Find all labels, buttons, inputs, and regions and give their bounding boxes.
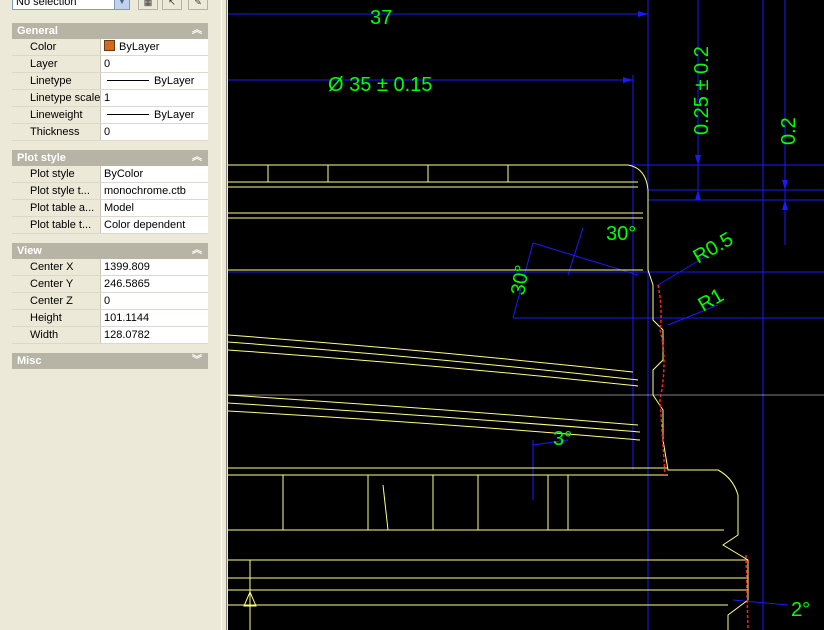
property-label: Thickness [12,124,101,140]
dim-text-tolerance: 0.25 ± 0.2 [691,46,713,135]
color-swatch-icon [104,40,115,51]
property-label: Plot style [12,166,101,182]
section-header-general[interactable]: General ︽ [12,23,208,39]
dim-line [567,227,584,276]
dim-text-angle-30-top: 30° [606,223,636,245]
property-row-color[interactable]: Color ByLayer [12,39,208,56]
property-row-width[interactable]: Width 128.0782 [12,327,208,344]
property-value[interactable]: 246.5865 [101,276,208,292]
property-value[interactable]: 1 [101,90,208,106]
section-header-view[interactable]: View ︽ [12,243,208,259]
property-row-thickness[interactable]: Thickness 0 [12,124,208,141]
thread-curve [228,349,639,387]
thread-curve [228,402,641,433]
part-geometry [228,164,749,630]
dim-text-angle-30-left: 30° [507,263,534,297]
property-label: Lineweight [12,107,101,123]
thread-curve [228,410,641,441]
property-row-linetype-scale[interactable]: Linetype scale 1 [12,90,208,107]
dimension-lines [228,0,824,630]
property-row-center-x[interactable]: Center X 1399.809 [12,259,208,276]
thread-curve [228,394,639,426]
section-title: Misc [17,355,42,367]
property-value[interactable]: ByLayer [101,73,208,89]
dim-text-offset: 0.2 [778,117,800,145]
section-general: General ︽ Color ByLayer Layer 0 Linetype… [12,23,208,141]
property-label: Center Z [12,293,101,309]
property-row-plot-table-type[interactable]: Plot table t... Color dependent [12,217,208,234]
lineweight-preview-icon [107,114,149,115]
property-value[interactable]: ByLayer [101,39,208,55]
collapse-icon[interactable]: ︽ [191,243,203,259]
property-label: Linetype scale [12,90,101,106]
pickadd-icon[interactable]: ✎ [188,0,208,10]
linetype-value: ByLayer [154,75,195,87]
property-value[interactable]: Color dependent [101,217,208,233]
property-row-height[interactable]: Height 101.1144 [12,310,208,327]
dim-text-radius-1: R1 [695,284,728,316]
property-row-layer[interactable]: Layer 0 [12,56,208,73]
dim-text-angle-3: 3° [553,428,572,450]
property-row-center-y[interactable]: Center Y 246.5865 [12,276,208,293]
section-title: Plot style [17,152,66,164]
dim-text-radius-05: R0.5 [690,228,738,268]
section-plot-style: Plot style ︽ Plot style ByColor Plot sty… [12,150,208,234]
property-value[interactable]: 0 [101,293,208,309]
section-header-plot-style[interactable]: Plot style ︽ [12,150,208,166]
property-row-center-z[interactable]: Center Z 0 [12,293,208,310]
property-value[interactable]: Model [101,200,208,216]
expand-icon[interactable]: ︾ [191,353,203,369]
property-value[interactable]: ByLayer [101,107,208,123]
dim-text-angle-2: 2° [791,599,810,621]
property-row-linetype[interactable]: Linetype ByLayer [12,73,208,90]
dim-text-diameter: Ø 35 ± 0.15 [328,74,432,96]
property-row-plot-style[interactable]: Plot style ByColor [12,166,208,183]
property-value[interactable]: monochrome.ctb [101,183,208,199]
selection-value: No selection [16,0,77,8]
property-row-plot-table-attached[interactable]: Plot table a... Model [12,200,208,217]
property-label: Linetype [12,73,101,89]
leader-line [732,599,789,606]
properties-palette: No selection ▼ ▦ ↖ ✎ General ︽ Color ByL… [0,0,228,630]
collapse-icon[interactable]: ︽ [191,150,203,166]
section-title: View [17,245,42,257]
property-label: Plot table a... [12,200,101,216]
dim-text-37: 37 [370,7,392,29]
cad-drawing: 37 Ø 35 ± 0.15 0.25 ± 0.2 0.2 30° 30° R0… [228,0,824,630]
property-value[interactable]: 128.0782 [101,327,208,343]
property-label: Layer [12,56,101,72]
section-misc: Misc ︾ [12,353,208,369]
property-row-plot-style-table[interactable]: Plot style t... monochrome.ctb [12,183,208,200]
section-header-misc[interactable]: Misc ︾ [12,353,208,369]
color-value: ByLayer [119,41,160,53]
property-label: Center X [12,259,101,275]
drawing-viewport[interactable]: 37 Ø 35 ± 0.15 0.25 ± 0.2 0.2 30° 30° R0… [228,0,824,630]
thread-curve [228,341,639,381]
selection-toolbar: No selection ▼ ▦ ↖ ✎ [0,0,228,12]
property-label: Height [12,310,101,326]
property-label: Center Y [12,276,101,292]
linetype-preview-icon [107,80,149,81]
section-view: View ︽ Center X 1399.809 Center Y 246.58… [12,243,208,344]
palette-splitter[interactable] [221,0,227,630]
collapse-icon[interactable]: ︽ [191,23,203,39]
quick-select-icon[interactable]: ▦ [138,0,158,10]
chevron-down-icon[interactable]: ▼ [114,0,129,9]
property-value[interactable]: 0 [101,56,208,72]
property-label: Color [12,39,101,55]
property-value[interactable]: 101.1144 [101,310,208,326]
property-row-lineweight[interactable]: Lineweight ByLayer [12,107,208,124]
rib-line [382,484,389,531]
select-objects-icon[interactable]: ↖ [162,0,182,10]
section-title: General [17,25,58,37]
property-label: Plot style t... [12,183,101,199]
selection-dropdown[interactable]: No selection ▼ [12,0,130,10]
lineweight-value: ByLayer [154,109,195,121]
property-label: Width [12,327,101,343]
property-label: Plot table t... [12,217,101,233]
property-value[interactable]: 1399.809 [101,259,208,275]
property-value[interactable]: 0 [101,124,208,140]
property-value[interactable]: ByColor [101,166,208,182]
